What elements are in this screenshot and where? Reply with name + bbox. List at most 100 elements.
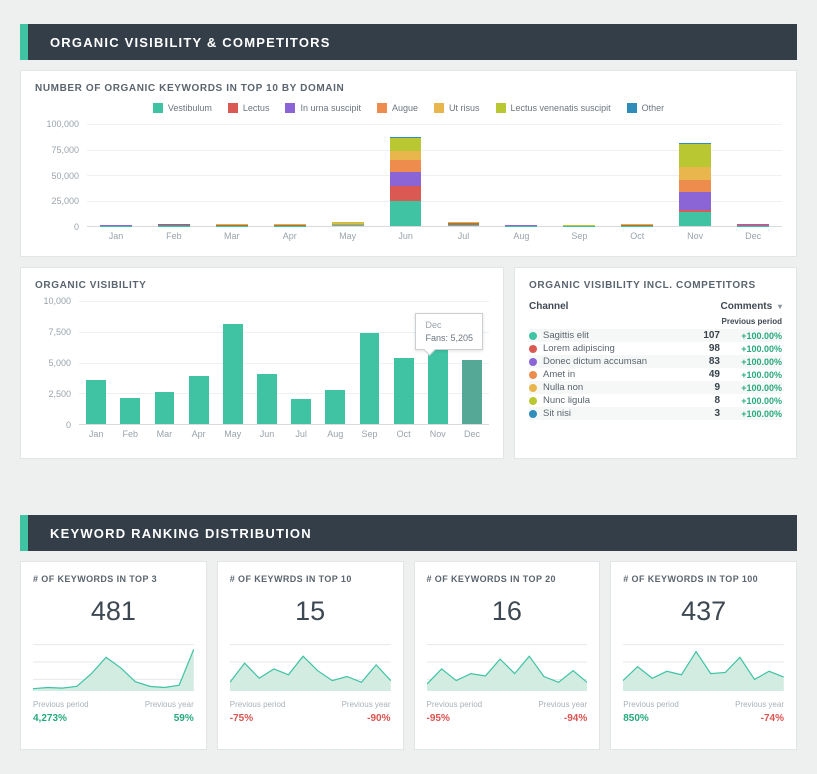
x-axis-label: Mar: [147, 429, 181, 439]
x-axis-label: Dec: [724, 231, 782, 241]
legend-item[interactable]: Lectus: [228, 103, 270, 113]
comments-value: 49: [688, 369, 720, 380]
visibility-bar[interactable]: [462, 360, 482, 424]
stacked-bar[interactable]: [737, 124, 769, 226]
bar-column: [284, 301, 318, 424]
kpi-value: 15: [230, 596, 391, 627]
sparkline-chart: [230, 633, 391, 691]
kpi-row: # OF KEYWORDS IN TOP 3481Previous period…: [20, 561, 797, 750]
bar-column: [492, 124, 550, 226]
visibility-bar[interactable]: [189, 376, 209, 424]
table-row[interactable]: Lorem adipiscing98+100.00%: [529, 342, 782, 355]
bar-segment: [390, 138, 422, 150]
table-row[interactable]: Sit nisi3+100.00%: [529, 407, 782, 420]
legend-item[interactable]: Ut risus: [434, 103, 480, 113]
y-axis-label: 75,000: [51, 145, 79, 155]
legend-swatch: [434, 103, 444, 113]
section-accent-bar: [20, 515, 28, 551]
series-dot: [529, 332, 537, 340]
bar-column: [203, 124, 261, 226]
legend-item[interactable]: Augue: [377, 103, 418, 113]
kpi-title: # OF KEYWORDS IN TOP 100: [623, 574, 784, 584]
x-axis-label: May: [216, 429, 250, 439]
visibility-bar[interactable]: [360, 333, 380, 424]
table-row[interactable]: Amet in49+100.00%: [529, 368, 782, 381]
series-dot: [529, 371, 537, 379]
kpi-card: # OF KEYWORDS IN TOP 3481Previous period…: [20, 561, 207, 750]
table-row[interactable]: Sagittis elit107+100.00%: [529, 329, 782, 342]
stacked-chart: 100,00075,00050,00025,0000: [35, 124, 782, 227]
stacked-bar[interactable]: [679, 124, 711, 226]
visibility-chart: 10,0007,5005,0002,5000 Dec Fans: 5,205: [35, 301, 489, 425]
visibility-bar[interactable]: [155, 392, 175, 424]
kpi-card: # OF KEYWORDS IN TOP 100437Previous peri…: [610, 561, 797, 750]
domain-legend: Vestibulum Lectus In urna suscipit Augue Ut …: [35, 102, 782, 114]
kpi-compare-labels: Previous periodPrevious year: [230, 700, 391, 709]
bar-column: [352, 301, 386, 424]
legend-label: In urna suscipit: [300, 103, 361, 113]
bar-column: [113, 301, 147, 424]
kpi-value: 16: [427, 596, 588, 627]
legend-item[interactable]: Other: [627, 103, 665, 113]
stacked-bar[interactable]: [274, 124, 306, 226]
previous-period-change: +100.00%: [720, 409, 782, 419]
stacked-bar[interactable]: [621, 124, 653, 226]
visibility-bar[interactable]: [120, 398, 140, 424]
card-title: ORGANIC VISIBILITY: [35, 280, 489, 291]
bar-segment: [390, 172, 422, 186]
previous-year-value: -94%: [564, 713, 587, 724]
previous-period-label: Previous period: [33, 700, 89, 709]
section-title: KEYWORD RANKING DISTRIBUTION: [50, 526, 312, 541]
series-dot: [529, 397, 537, 405]
bar-segment: [390, 151, 422, 160]
chart-tooltip: Dec Fans: 5,205: [415, 313, 483, 350]
table-row[interactable]: Donec dictum accumsan83+100.00%: [529, 355, 782, 368]
x-axis-label: Nov: [666, 231, 724, 241]
x-axis-label: Sep: [352, 429, 386, 439]
card-title: NUMBER OF ORGANIC KEYWORDS IN TOP 10 BY …: [35, 83, 782, 94]
column-header-comments[interactable]: Comments ▾: [721, 301, 782, 312]
bar-segment: [679, 180, 711, 192]
x-axis-label: Oct: [608, 231, 666, 241]
sparkline-chart: [33, 633, 194, 691]
x-axis-label: Mar: [203, 231, 261, 241]
visibility-bar[interactable]: [257, 374, 277, 424]
column-header-channel[interactable]: Channel: [529, 301, 568, 312]
legend-label: Vestibulum: [168, 103, 212, 113]
stacked-bar[interactable]: [216, 124, 248, 226]
y-axis-label: 0: [66, 420, 71, 430]
stacked-bar[interactable]: [390, 124, 422, 226]
table-row[interactable]: Nulla non9+100.00%: [529, 381, 782, 394]
comments-value: 98: [688, 343, 720, 354]
stacked-bar[interactable]: [505, 124, 537, 226]
legend-item[interactable]: Lectus venenatis suscipit: [496, 103, 611, 113]
stacked-bar[interactable]: [100, 124, 132, 226]
competitors-table-card: ORGANIC VISIBILITY INCL. COMPETITORS Cha…: [514, 267, 797, 459]
comments-value: 9: [688, 382, 720, 393]
legend-label: Ut risus: [449, 103, 480, 113]
previous-period-value: -95%: [427, 713, 450, 724]
stacked-bar[interactable]: [448, 124, 480, 226]
bar-segment: [679, 192, 711, 209]
bar-column: [250, 301, 284, 424]
visibility-bar[interactable]: [291, 399, 311, 424]
stacked-bar[interactable]: [563, 124, 595, 226]
bar-columns: [87, 124, 782, 226]
section-accent-bar: [20, 24, 28, 60]
stacked-bar[interactable]: [158, 124, 190, 226]
x-axis-label: Apr: [182, 429, 216, 439]
legend-swatch: [496, 103, 506, 113]
bar-column: [724, 124, 782, 226]
stacked-bar[interactable]: [332, 124, 364, 226]
visibility-bar[interactable]: [394, 358, 414, 424]
channel-name: Donec dictum accumsan: [543, 356, 688, 367]
y-axis-label: 25,000: [51, 196, 79, 206]
comments-value: 107: [688, 330, 720, 341]
table-row[interactable]: Nunc ligula8+100.00%: [529, 394, 782, 407]
visibility-bar[interactable]: [86, 380, 106, 424]
visibility-bar[interactable]: [223, 324, 243, 424]
legend-item[interactable]: Vestibulum: [153, 103, 212, 113]
series-dot: [529, 345, 537, 353]
visibility-bar[interactable]: [325, 390, 345, 424]
legend-item[interactable]: In urna suscipit: [285, 103, 361, 113]
